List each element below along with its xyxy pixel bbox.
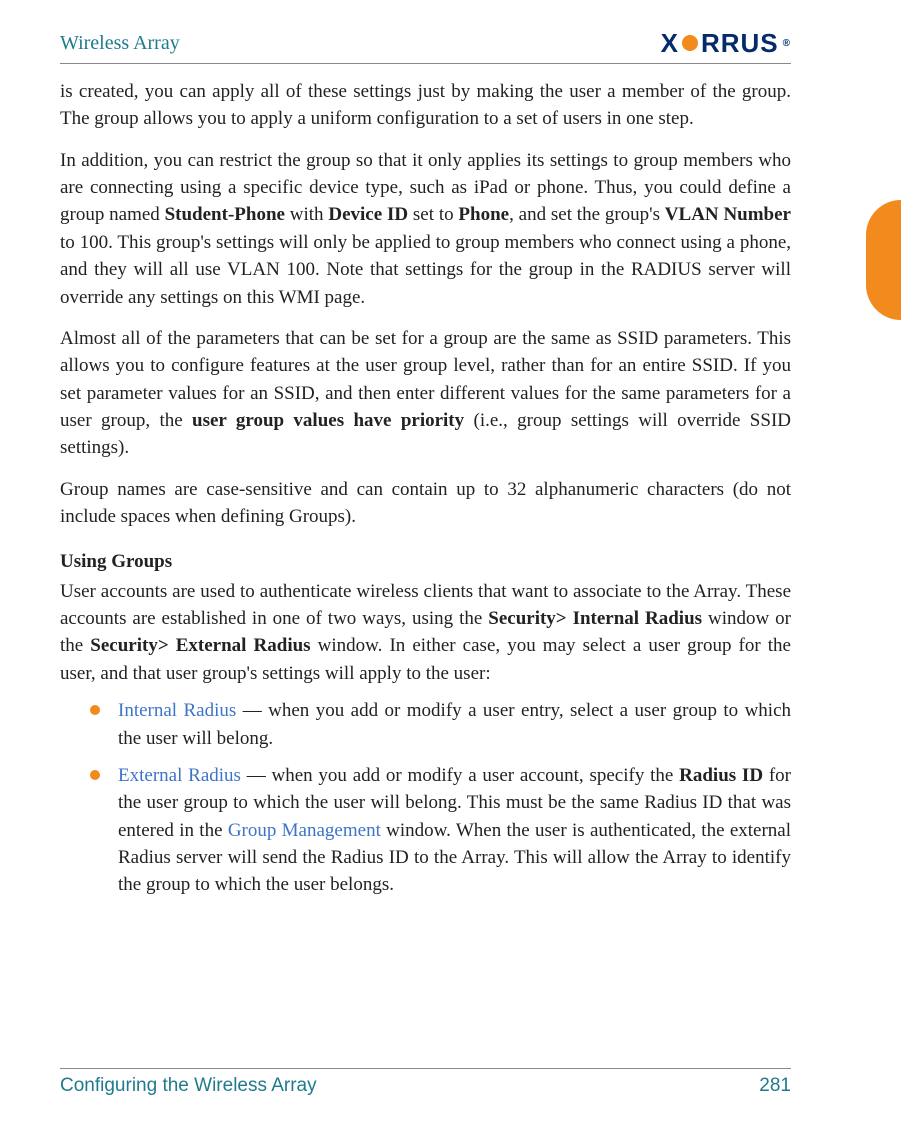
running-head: Wireless Array xyxy=(60,32,180,55)
paragraph: User accounts are used to authenticate w… xyxy=(60,578,791,687)
paragraph: Group names are case-sensitive and can c… xyxy=(60,476,791,531)
bold-term: Student-Phone xyxy=(165,204,285,225)
text-run: , and set the group's xyxy=(509,204,665,225)
bullet-icon xyxy=(90,705,100,715)
page-tab xyxy=(866,200,901,320)
brand-logo-registered: ® xyxy=(783,38,791,49)
section-heading: Using Groups xyxy=(60,548,791,575)
brand-logo-text: RRUS xyxy=(701,28,779,59)
list-item-text: External Radius — when you add or modify… xyxy=(118,762,791,899)
text-run: — when you add or modify a user account,… xyxy=(241,765,679,786)
bold-term: Radius ID xyxy=(679,765,763,786)
text-run: with xyxy=(285,204,328,225)
bold-term: VLAN Number xyxy=(665,204,791,225)
brand-logo-dot-icon xyxy=(682,35,698,51)
page-header: Wireless Array X RRUS ® xyxy=(60,25,791,61)
list-item: External Radius — when you add or modify… xyxy=(60,762,791,899)
text-run: to 100. This group's settings will only … xyxy=(60,232,791,308)
page-footer: Configuring the Wireless Array 281 xyxy=(60,1068,791,1097)
brand-logo: X RRUS ® xyxy=(661,28,791,59)
link-text[interactable]: Group Management xyxy=(228,820,381,841)
brand-logo-text: X xyxy=(661,28,679,59)
body-text: is created, you can apply all of these s… xyxy=(60,78,791,899)
paragraph: is created, you can apply all of these s… xyxy=(60,78,791,133)
bullet-list: Internal Radius — when you add or modify… xyxy=(60,697,791,899)
bullet-icon xyxy=(90,770,100,780)
footer-row: Configuring the Wireless Array 281 xyxy=(60,1075,791,1097)
text-run: Group names are case-sensitive and can c… xyxy=(60,479,791,527)
bold-term: Device ID xyxy=(328,204,408,225)
paragraph: Almost all of the parameters that can be… xyxy=(60,325,791,462)
bold-term: Phone xyxy=(458,204,509,225)
page-content: Wireless Array X RRUS ® is created, you … xyxy=(60,25,791,1097)
bold-term: Security> External Radius xyxy=(90,635,310,656)
footer-section-title: Configuring the Wireless Array xyxy=(60,1075,317,1097)
text-run: is created, you can apply all of these s… xyxy=(60,81,791,129)
link-text[interactable]: Internal Radius xyxy=(118,700,236,721)
bold-term: user group values have priority xyxy=(192,410,464,431)
list-item-text: Internal Radius — when you add or modify… xyxy=(118,697,791,752)
paragraph: In addition, you can restrict the group … xyxy=(60,147,791,311)
footer-page-number: 281 xyxy=(759,1075,791,1097)
bold-term: Security> Internal Radius xyxy=(488,608,702,629)
list-item: Internal Radius — when you add or modify… xyxy=(60,697,791,752)
link-text[interactable]: External Radius xyxy=(118,765,241,786)
text-run: set to xyxy=(408,204,458,225)
footer-rule xyxy=(60,1068,791,1069)
header-rule xyxy=(60,63,791,64)
